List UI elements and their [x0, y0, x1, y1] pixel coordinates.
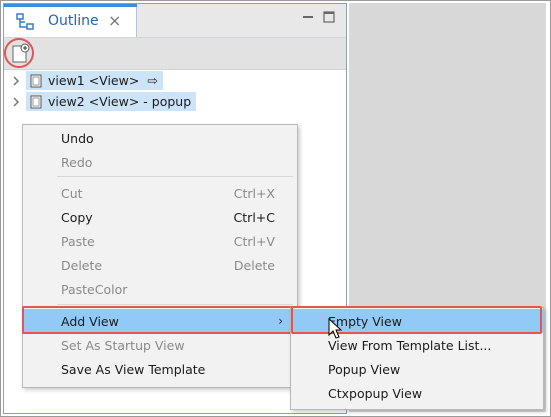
- menu-item-label: Popup View: [328, 361, 401, 377]
- menu-item-paste[interactable]: Paste Ctrl+V: [23, 229, 297, 253]
- annotation-circle: [4, 38, 34, 68]
- chevron-right-icon[interactable]: [11, 96, 21, 108]
- menu-item-copy[interactable]: Copy Ctrl+C: [23, 205, 297, 229]
- outline-icon: [16, 13, 34, 30]
- tab-outline[interactable]: Outline ×: [4, 4, 137, 37]
- menu-item-label: Delete: [61, 257, 103, 273]
- close-icon[interactable]: ×: [108, 11, 121, 30]
- menu-item-label: Save As View Template: [61, 361, 206, 377]
- menu-item-label: Copy: [61, 209, 93, 225]
- context-menu: Undo Redo Cut Ctrl+X Copy Ctrl+C Paste C…: [22, 124, 298, 388]
- tab-accent: [4, 4, 137, 7]
- menu-item-shortcut: Ctrl+X: [233, 185, 275, 201]
- menu-item-label: View From Template List...: [328, 337, 492, 353]
- tree-item-label: view2 <View> - popup: [48, 94, 192, 109]
- tab-bar: Outline ×: [4, 4, 346, 37]
- menu-item-label: Redo: [61, 154, 93, 170]
- menu-item-save-template[interactable]: Save As View Template: [23, 357, 297, 381]
- menu-item-set-startup[interactable]: Set As Startup View: [23, 333, 297, 357]
- view-icon: [30, 74, 42, 87]
- mouse-pointer-icon: [328, 318, 342, 339]
- menu-separator: [57, 304, 293, 305]
- view-icon: [30, 95, 42, 108]
- menu-item-shortcut: Ctrl+V: [233, 233, 275, 249]
- menu-item-redo[interactable]: Redo: [23, 150, 297, 174]
- annotation-box: [22, 306, 294, 334]
- menu-item-label: Undo: [61, 130, 94, 146]
- submenu-item-popup-view[interactable]: Popup View: [291, 357, 543, 381]
- tree-item-view1[interactable]: view1 <View> ⇨: [26, 71, 163, 90]
- menu-item-label: Ctxpopup View: [328, 385, 423, 401]
- menu-item-delete[interactable]: Delete Delete: [23, 253, 297, 277]
- menu-separator: [57, 176, 293, 177]
- startup-arrow-icon: ⇨: [147, 73, 158, 88]
- tree-row-view2[interactable]: view2 <View> - popup: [4, 92, 346, 112]
- menu-item-shortcut: Ctrl+C: [233, 209, 275, 225]
- menu-item-label: Cut: [61, 185, 83, 201]
- menu-item-label: Set As Startup View: [61, 337, 185, 353]
- minimize-icon[interactable]: [301, 10, 315, 24]
- tree-item-view2[interactable]: view2 <View> - popup: [26, 92, 197, 111]
- chevron-right-icon[interactable]: [11, 75, 21, 87]
- menu-item-undo[interactable]: Undo: [23, 126, 297, 150]
- menu-item-label: PasteColor: [61, 281, 128, 297]
- tab-title: Outline: [48, 13, 99, 29]
- outline-toolbar: [4, 37, 346, 70]
- menu-item-pastecolor[interactable]: PasteColor: [23, 277, 297, 301]
- maximize-icon[interactable]: [322, 10, 336, 24]
- submenu-item-ctxpopup-view[interactable]: Ctxpopup View: [291, 381, 543, 405]
- menu-item-cut[interactable]: Cut Ctrl+X: [23, 181, 297, 205]
- tree-item-label: view1 <View>: [48, 73, 140, 88]
- menu-item-shortcut: Delete: [233, 257, 275, 273]
- menu-item-label: Paste: [61, 233, 95, 249]
- tree-row-view1[interactable]: view1 <View> ⇨: [4, 71, 346, 91]
